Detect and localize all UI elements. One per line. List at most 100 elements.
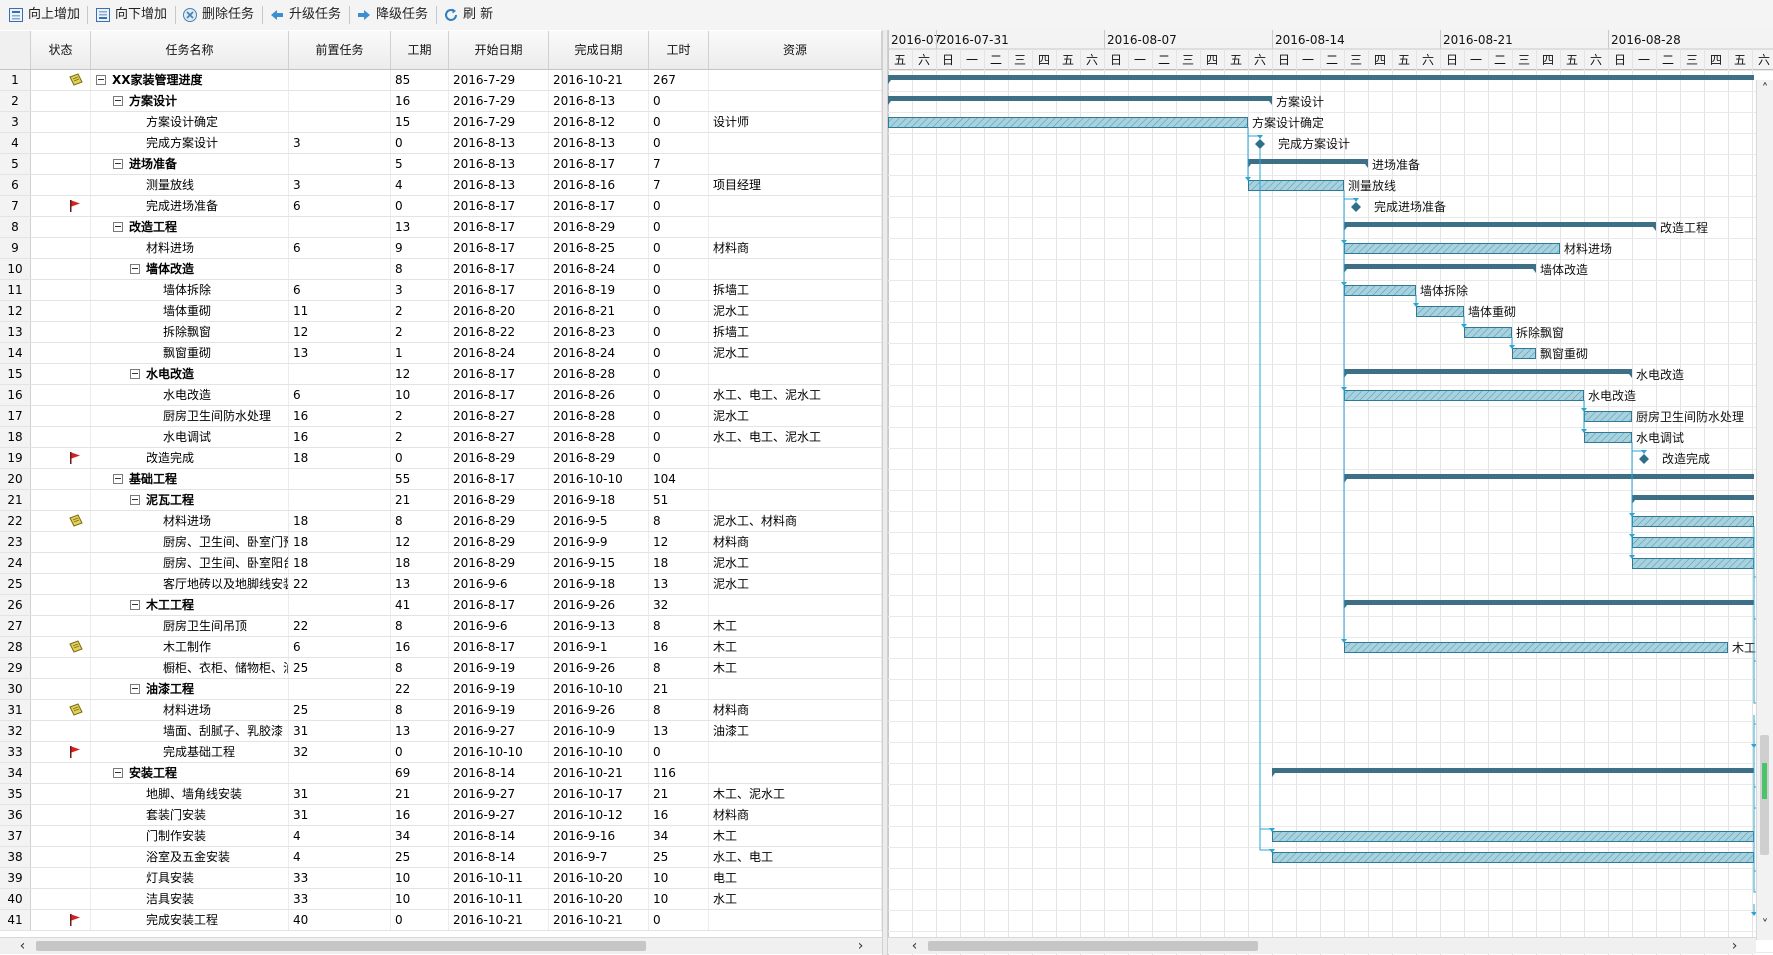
duration-cell[interactable]: 10 bbox=[391, 889, 449, 909]
task-name-cell[interactable]: XX家装管理进度 bbox=[91, 70, 289, 90]
predecessor-cell[interactable]: 4 bbox=[289, 826, 391, 846]
task-name-cell[interactable]: 完成安装工程 bbox=[91, 910, 289, 930]
resource-cell[interactable]: 泥水工 bbox=[709, 574, 882, 594]
finish-date-cell[interactable]: 2016-8-26 bbox=[549, 385, 649, 405]
collapse-toggle-icon[interactable] bbox=[130, 369, 140, 379]
duration-cell[interactable]: 0 bbox=[391, 133, 449, 153]
table-row[interactable]: 38 浴室及五金安装 4 25 2016-8-14 2016-9-7 25 水工、电工 bbox=[0, 847, 882, 868]
duration-cell[interactable]: 8 bbox=[391, 259, 449, 279]
work-cell[interactable]: 0 bbox=[649, 385, 709, 405]
duration-cell[interactable]: 0 bbox=[391, 196, 449, 216]
task-name-cell[interactable]: 完成进场准备 bbox=[91, 196, 289, 216]
resource-cell[interactable]: 项目经理 bbox=[709, 175, 882, 195]
table-row[interactable]: 25 客厅地砖以及地脚线安装 22 13 2016-9-6 2016-9-18 13 泥水工 bbox=[0, 574, 882, 595]
start-date-cell[interactable]: 2016-9-19 bbox=[449, 700, 549, 720]
task-name-cell[interactable]: 飘窗重砌 bbox=[91, 343, 289, 363]
resource-cell[interactable] bbox=[709, 490, 882, 510]
task-name-cell[interactable]: 测量放线 bbox=[91, 175, 289, 195]
collapse-toggle-icon[interactable] bbox=[113, 222, 123, 232]
table-row[interactable]: 29 橱柜、衣柜、储物柜、油 25 8 2016-9-19 2016-9-26 8 木工 bbox=[0, 658, 882, 679]
start-date-cell[interactable]: 2016-8-22 bbox=[449, 322, 549, 342]
work-cell[interactable]: 8 bbox=[649, 511, 709, 531]
collapse-toggle-icon[interactable] bbox=[96, 75, 106, 85]
start-date-cell[interactable]: 2016-9-6 bbox=[449, 574, 549, 594]
start-date-cell[interactable]: 2016-8-17 bbox=[449, 637, 549, 657]
duration-cell[interactable]: 8 bbox=[391, 616, 449, 636]
work-cell[interactable]: 10 bbox=[649, 868, 709, 888]
finish-date-cell[interactable]: 2016-10-12 bbox=[549, 805, 649, 825]
predecessor-cell[interactable]: 40 bbox=[289, 910, 391, 930]
work-cell[interactable]: 21 bbox=[649, 679, 709, 699]
table-row[interactable]: 41 完成安装工程 40 0 2016-10-21 2016-10-21 0 bbox=[0, 910, 882, 931]
work-cell[interactable]: 10 bbox=[649, 889, 709, 909]
resource-cell[interactable]: 木工、泥水工 bbox=[709, 784, 882, 804]
table-row[interactable]: 12 墙体重砌 11 2 2016-8-20 2016-8-21 0 泥水工 bbox=[0, 301, 882, 322]
upgrade-task-button[interactable]: 升级任务 bbox=[269, 4, 341, 26]
work-cell[interactable]: 7 bbox=[649, 154, 709, 174]
duration-cell[interactable]: 0 bbox=[391, 910, 449, 930]
duration-cell[interactable]: 9 bbox=[391, 238, 449, 258]
table-row[interactable]: 27 厨房卫生间吊顶 22 8 2016-9-6 2016-9-13 8 木工 bbox=[0, 616, 882, 637]
duration-cell[interactable]: 10 bbox=[391, 868, 449, 888]
resource-cell[interactable]: 泥水工 bbox=[709, 343, 882, 363]
resource-cell[interactable]: 材料商 bbox=[709, 805, 882, 825]
work-cell[interactable]: 16 bbox=[649, 637, 709, 657]
resource-cell[interactable]: 水工、电工 bbox=[709, 847, 882, 867]
predecessor-cell[interactable]: 6 bbox=[289, 196, 391, 216]
task-name-cell[interactable]: 水电改造 bbox=[91, 364, 289, 384]
predecessor-cell[interactable] bbox=[289, 91, 391, 111]
duration-cell[interactable]: 0 bbox=[391, 448, 449, 468]
start-date-cell[interactable]: 2016-8-29 bbox=[449, 532, 549, 552]
resource-cell[interactable] bbox=[709, 259, 882, 279]
start-date-cell[interactable]: 2016-8-14 bbox=[449, 847, 549, 867]
finish-date-cell[interactable]: 2016-8-16 bbox=[549, 175, 649, 195]
grid-horizontal-scrollbar[interactable]: ‹ › bbox=[0, 937, 882, 954]
collapse-toggle-icon[interactable] bbox=[130, 495, 140, 505]
scroll-up-arrow-icon[interactable]: ˄ bbox=[1757, 82, 1773, 98]
duration-cell[interactable]: 15 bbox=[391, 112, 449, 132]
table-row[interactable]: 35 地脚、墙角线安装 31 21 2016-9-27 2016-10-17 21 木工、泥水… bbox=[0, 784, 882, 805]
duration-cell[interactable]: 13 bbox=[391, 574, 449, 594]
task-name-cell[interactable]: 泥瓦工程 bbox=[91, 490, 289, 510]
predecessor-cell[interactable]: 32 bbox=[289, 742, 391, 762]
table-row[interactable]: 17 厨房卫生间防水处理 16 2 2016-8-27 2016-8-28 0 泥水工 bbox=[0, 406, 882, 427]
predecessor-cell[interactable]: 3 bbox=[289, 133, 391, 153]
resource-cell[interactable] bbox=[709, 595, 882, 615]
column-header-resource[interactable]: 资源 bbox=[709, 31, 882, 69]
resource-cell[interactable]: 泥水工 bbox=[709, 301, 882, 321]
task-name-cell[interactable]: 洁具安装 bbox=[91, 889, 289, 909]
task-name-cell[interactable]: 材料进场 bbox=[91, 700, 289, 720]
duration-cell[interactable]: 5 bbox=[391, 154, 449, 174]
column-header-predecessor[interactable]: 前置任务 bbox=[289, 31, 391, 69]
work-cell[interactable]: 21 bbox=[649, 784, 709, 804]
task-name-cell[interactable]: 进场准备 bbox=[91, 154, 289, 174]
predecessor-cell[interactable]: 18 bbox=[289, 511, 391, 531]
start-date-cell[interactable]: 2016-9-27 bbox=[449, 721, 549, 741]
resource-cell[interactable]: 拆墙工 bbox=[709, 280, 882, 300]
gantt-scroll-thumb[interactable] bbox=[928, 941, 1258, 951]
resource-cell[interactable]: 木工 bbox=[709, 826, 882, 846]
duration-cell[interactable]: 2 bbox=[391, 406, 449, 426]
table-row[interactable]: 19 改造完成 18 0 2016-8-29 2016-8-29 0 bbox=[0, 448, 882, 469]
duration-cell[interactable]: 12 bbox=[391, 532, 449, 552]
finish-date-cell[interactable]: 2016-10-10 bbox=[549, 742, 649, 762]
start-date-cell[interactable]: 2016-8-17 bbox=[449, 280, 549, 300]
predecessor-cell[interactable]: 6 bbox=[289, 280, 391, 300]
table-row[interactable]: 37 门制作安装 4 34 2016-8-14 2016-9-16 34 木工 bbox=[0, 826, 882, 847]
task-name-cell[interactable]: 地脚、墙角线安装 bbox=[91, 784, 289, 804]
start-date-cell[interactable]: 2016-8-17 bbox=[449, 259, 549, 279]
resource-cell[interactable] bbox=[709, 196, 882, 216]
start-date-cell[interactable]: 2016-8-13 bbox=[449, 175, 549, 195]
downgrade-task-button[interactable]: 降级任务 bbox=[356, 4, 428, 26]
predecessor-cell[interactable] bbox=[289, 469, 391, 489]
work-cell[interactable]: 0 bbox=[649, 427, 709, 447]
table-row[interactable]: 9 材料进场 6 9 2016-8-17 2016-8-25 0 材料商 bbox=[0, 238, 882, 259]
table-row[interactable]: 39 灯具安装 33 10 2016-10-11 2016-10-20 10 电工 bbox=[0, 868, 882, 889]
finish-date-cell[interactable]: 2016-8-13 bbox=[549, 91, 649, 111]
work-cell[interactable]: 32 bbox=[649, 595, 709, 615]
work-cell[interactable]: 0 bbox=[649, 112, 709, 132]
collapse-toggle-icon[interactable] bbox=[113, 159, 123, 169]
table-row[interactable]: 22 材料进场 18 8 2016-8-29 2016-9-5 8 泥水工、材料商 bbox=[0, 511, 882, 532]
work-cell[interactable]: 0 bbox=[649, 343, 709, 363]
table-row[interactable]: 15 水电改造 12 2016-8-17 2016-8-28 0 bbox=[0, 364, 882, 385]
